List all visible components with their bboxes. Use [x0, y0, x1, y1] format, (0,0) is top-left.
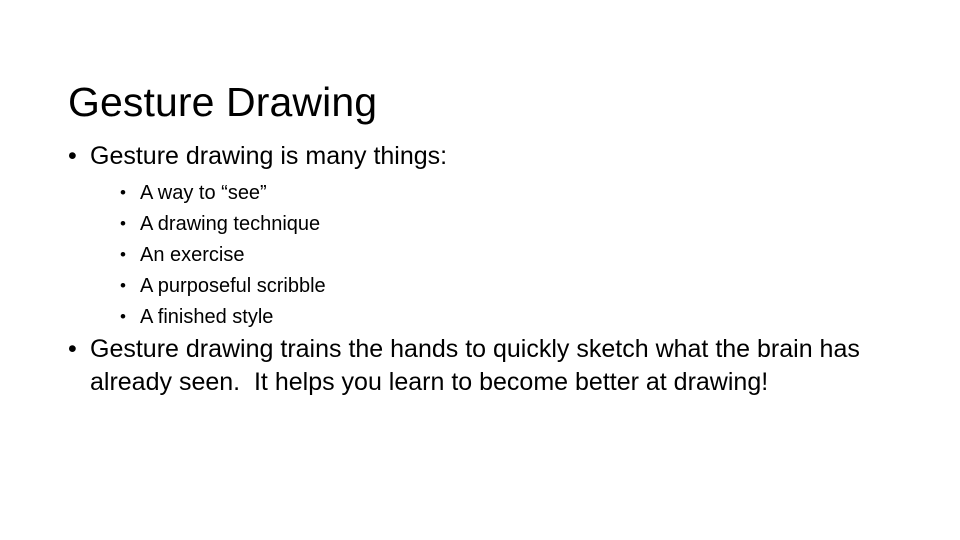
list-item: • Gesture drawing is many things: • A wa… — [68, 140, 898, 333]
list-item-label: A purposeful scribble — [140, 275, 326, 297]
bullet-list-level-2: • A way to “see” • A drawing technique •… — [90, 178, 898, 333]
bullet-icon: • — [120, 183, 126, 202]
list-item-label: Gesture drawing is many things: — [90, 142, 448, 170]
bullet-icon: • — [68, 335, 77, 363]
list-item-label: An exercise — [140, 244, 245, 266]
bullet-icon: • — [120, 276, 126, 295]
bullet-icon: • — [68, 142, 77, 170]
list-item-label: A drawing technique — [140, 213, 321, 235]
bullet-icon: • — [120, 307, 126, 326]
list-item: • A drawing technique — [120, 209, 898, 240]
page-title: Gesture Drawing — [68, 79, 378, 126]
list-item-label: Gesture drawing trains the hands to quic… — [90, 335, 867, 397]
list-item-label: A finished style — [140, 306, 274, 328]
slide: Gesture Drawing • Gesture drawing is man… — [0, 0, 960, 540]
bullet-list-level-1-closing: • Gesture drawing trains the hands to qu… — [68, 333, 898, 400]
bullet-list-level-1: • Gesture drawing is many things: • A wa… — [68, 140, 898, 333]
list-item: • An exercise — [120, 240, 898, 271]
list-item: • Gesture drawing trains the hands to qu… — [68, 333, 898, 400]
bullet-icon: • — [120, 245, 126, 264]
list-item: • A way to “see” — [120, 178, 898, 209]
bullet-icon: • — [120, 214, 126, 233]
list-item-label: A way to “see” — [140, 182, 267, 204]
slide-body: • Gesture drawing is many things: • A wa… — [68, 140, 898, 400]
list-item: • A purposeful scribble — [120, 271, 898, 302]
list-item: • A finished style — [120, 302, 898, 333]
